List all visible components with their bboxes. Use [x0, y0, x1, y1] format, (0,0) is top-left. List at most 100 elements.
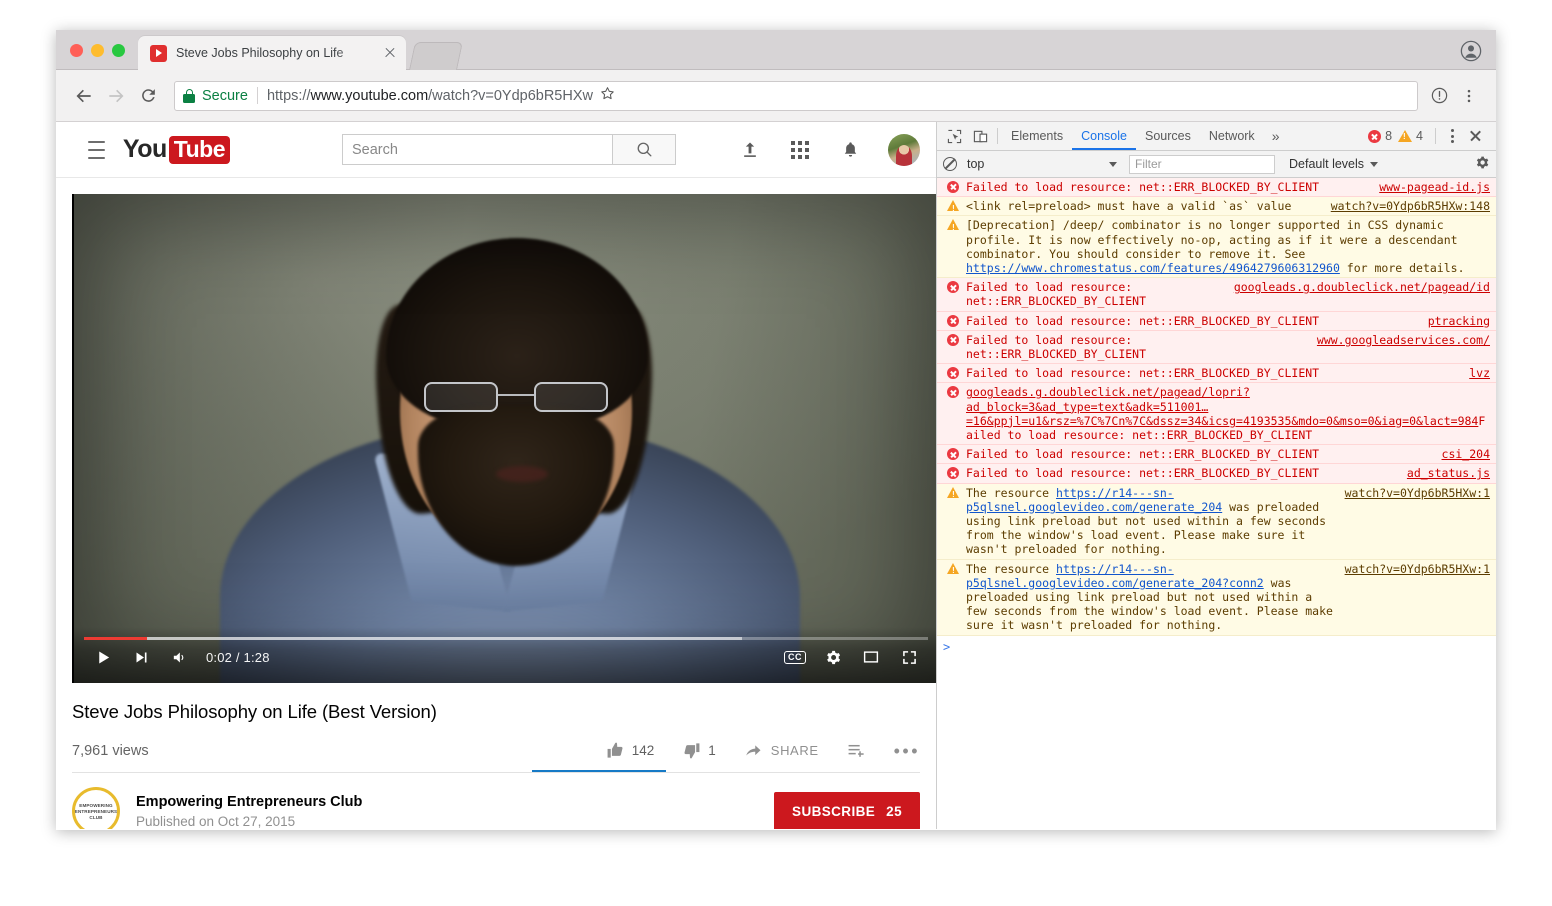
console-message-text: Failed to load resource: net::ERR_BLOCKE… [966, 447, 1320, 462]
error-count-badge[interactable]: 8 [1368, 129, 1392, 143]
console-message-warn[interactable]: The resource https://r14---sn-p5qlsnel.g… [937, 559, 1496, 636]
console-message-warn[interactable]: [Deprecation] /deep/ combinator is no lo… [937, 216, 1496, 279]
console-message-error[interactable]: Failed to load resource: net::ERR_BLOCKE… [937, 464, 1496, 484]
more-tabs-chevron-icon[interactable]: » [1264, 128, 1288, 144]
console-message-source[interactable]: watch?v=0Ydp6bR5HXw:1 [1345, 562, 1490, 576]
console-filter-input[interactable]: Filter [1129, 154, 1275, 174]
channel-name[interactable]: Empowering Entrepreneurs Club [136, 794, 362, 810]
bookmark-star-icon[interactable] [599, 85, 616, 106]
settings-gear-icon[interactable] [814, 639, 852, 675]
console-message-source[interactable]: csi_204 [1442, 447, 1490, 461]
tab-close-icon[interactable] [382, 45, 398, 61]
console-message-link[interactable]: googleads.g.doubleclick.net/pagead/lopri… [966, 385, 1478, 427]
console-message-source[interactable]: www.googleadservices.com/ [1317, 333, 1490, 347]
share-button[interactable]: SHARE [744, 742, 819, 760]
page-info-icon[interactable] [1424, 81, 1454, 111]
search-button[interactable] [612, 134, 676, 165]
profile-avatar-icon[interactable] [1460, 40, 1482, 62]
theater-mode-button[interactable] [852, 639, 890, 675]
console-message-source[interactable]: googleads.g.doubleclick.net/pagead/id [1234, 280, 1490, 294]
console-message-link[interactable]: https://r14---sn-p5qlsnel.googlevideo.co… [966, 486, 1222, 514]
new-tab-button[interactable] [409, 42, 463, 70]
avatar-line-2: ENTREPRENEURS [74, 808, 118, 814]
browser-menu-icon[interactable] [1454, 81, 1484, 111]
console-message-error[interactable]: Failed to load resource: net::ERR_BLOCKE… [937, 445, 1496, 465]
context-selector[interactable]: top [967, 157, 1117, 171]
browser-toolbar: Secure https://www.youtube.com/watch?v=0… [56, 70, 1496, 122]
console-message-error[interactable]: Failed to load resource: net::ERR_BLOCKE… [937, 330, 1496, 365]
chevron-down-icon [1109, 161, 1117, 167]
menu-hamburger-icon[interactable] [88, 140, 105, 159]
dislike-button[interactable]: 1 [682, 741, 716, 760]
devtools-tab-right: 8 4 [1368, 123, 1492, 149]
warning-count-badge[interactable]: 4 [1398, 129, 1423, 143]
console-message-warn[interactable]: The resource https://r14---sn-p5qlsnel.g… [937, 483, 1496, 560]
channel-row: EMPOWERING ENTREPRENEURS CLUB Empowering… [56, 773, 936, 829]
console-message-source[interactable]: www-pagead-id.js [1379, 180, 1490, 194]
time-display: 0:02 / 1:28 [206, 649, 270, 665]
console-prompt[interactable]: > [937, 636, 1496, 658]
subscribe-button[interactable]: SUBSCRIBE 25 [774, 791, 920, 829]
back-button[interactable] [68, 80, 100, 112]
badge-divider [1435, 128, 1436, 144]
device-toolbar-icon[interactable] [967, 123, 993, 149]
console-message-error[interactable]: googleads.g.doubleclick.net/pagead/lopri… [937, 383, 1496, 446]
add-to-playlist-button[interactable] [847, 741, 866, 760]
console-message-error[interactable]: Failed to load resource: net::ERR_BLOCKE… [937, 311, 1496, 331]
devtools-tab-bar: Elements Console Sources Network » 8 4 [937, 122, 1496, 151]
console-message-source[interactable]: watch?v=0Ydp6bR5HXw:148 [1331, 199, 1490, 213]
play-button[interactable] [84, 639, 122, 675]
search-group: Search [342, 134, 676, 165]
inspect-element-icon[interactable] [941, 123, 967, 149]
maximize-window-button[interactable] [112, 44, 125, 57]
console-message-error[interactable]: Failed to load resource: net::ERR_BLOCKE… [937, 364, 1496, 384]
user-avatar[interactable] [888, 133, 920, 166]
more-actions-button[interactable]: ••• [894, 742, 920, 760]
devtools-close-icon[interactable] [1462, 123, 1488, 149]
clear-console-icon[interactable] [943, 157, 957, 171]
captions-button[interactable]: CC [776, 639, 814, 675]
warning-icon [945, 562, 961, 578]
console-message-link[interactable]: https://www.chromestatus.com/features/49… [966, 261, 1340, 275]
console-message-warn[interactable]: <link rel=preload> must have a valid `as… [937, 197, 1496, 217]
video-player[interactable]: 0:02 / 1:28 CC [72, 194, 936, 683]
console-message-error[interactable]: Failed to load resource: net::ERR_BLOCKE… [937, 178, 1496, 198]
controls-row: 0:02 / 1:28 CC [84, 639, 928, 675]
like-count: 142 [631, 743, 655, 758]
tab-console[interactable]: Console [1072, 122, 1136, 150]
console-message-source[interactable]: ptracking [1428, 314, 1490, 328]
warning-icon [945, 486, 961, 502]
tab-network[interactable]: Network [1200, 122, 1264, 150]
console-message-link[interactable]: https://r14---sn-p5qlsnel.googlevideo.co… [966, 562, 1264, 590]
apps-grid-icon[interactable] [788, 138, 812, 162]
video-title: Steve Jobs Philosophy on Life (Best Vers… [72, 701, 437, 722]
tab-sources[interactable]: Sources [1136, 122, 1200, 150]
tab-elements[interactable]: Elements [1002, 122, 1072, 150]
console-message-error[interactable]: Failed to load resource: net::ERR_BLOCKE… [937, 278, 1496, 312]
youtube-logo[interactable]: You Tube [123, 135, 230, 164]
context-value: top [967, 157, 985, 171]
log-levels-selector[interactable]: Default levels [1289, 157, 1379, 171]
console-message-source[interactable]: lvz [1469, 366, 1490, 380]
console-settings-gear-icon[interactable] [1475, 155, 1490, 173]
fullscreen-button[interactable] [890, 639, 928, 675]
like-button[interactable]: 142 [606, 741, 655, 760]
next-video-button[interactable] [122, 639, 160, 675]
upload-icon[interactable] [738, 138, 762, 162]
browser-tab-active[interactable]: Steve Jobs Philosophy on Life [138, 36, 406, 70]
close-window-button[interactable] [70, 44, 83, 57]
console-message-source[interactable]: ad_status.js [1407, 466, 1490, 480]
console-message-list[interactable]: Failed to load resource: net::ERR_BLOCKE… [937, 178, 1496, 829]
search-input[interactable]: Search [342, 134, 612, 165]
devtools-tab-divider [997, 128, 998, 144]
minimize-window-button[interactable] [91, 44, 104, 57]
address-bar[interactable]: Secure https://www.youtube.com/watch?v=0… [174, 80, 1418, 111]
warning-count: 4 [1416, 129, 1423, 143]
channel-avatar[interactable]: EMPOWERING ENTREPRENEURS CLUB [72, 787, 120, 829]
console-message-body: Failed to load resource: net::ERR_BLOCKE… [966, 366, 1459, 380]
notifications-bell-icon[interactable] [838, 138, 862, 162]
devtools-menu-icon[interactable] [1442, 129, 1462, 143]
reload-button[interactable] [132, 80, 164, 112]
volume-button[interactable] [160, 639, 198, 675]
console-message-source[interactable]: watch?v=0Ydp6bR5HXw:1 [1345, 486, 1490, 500]
